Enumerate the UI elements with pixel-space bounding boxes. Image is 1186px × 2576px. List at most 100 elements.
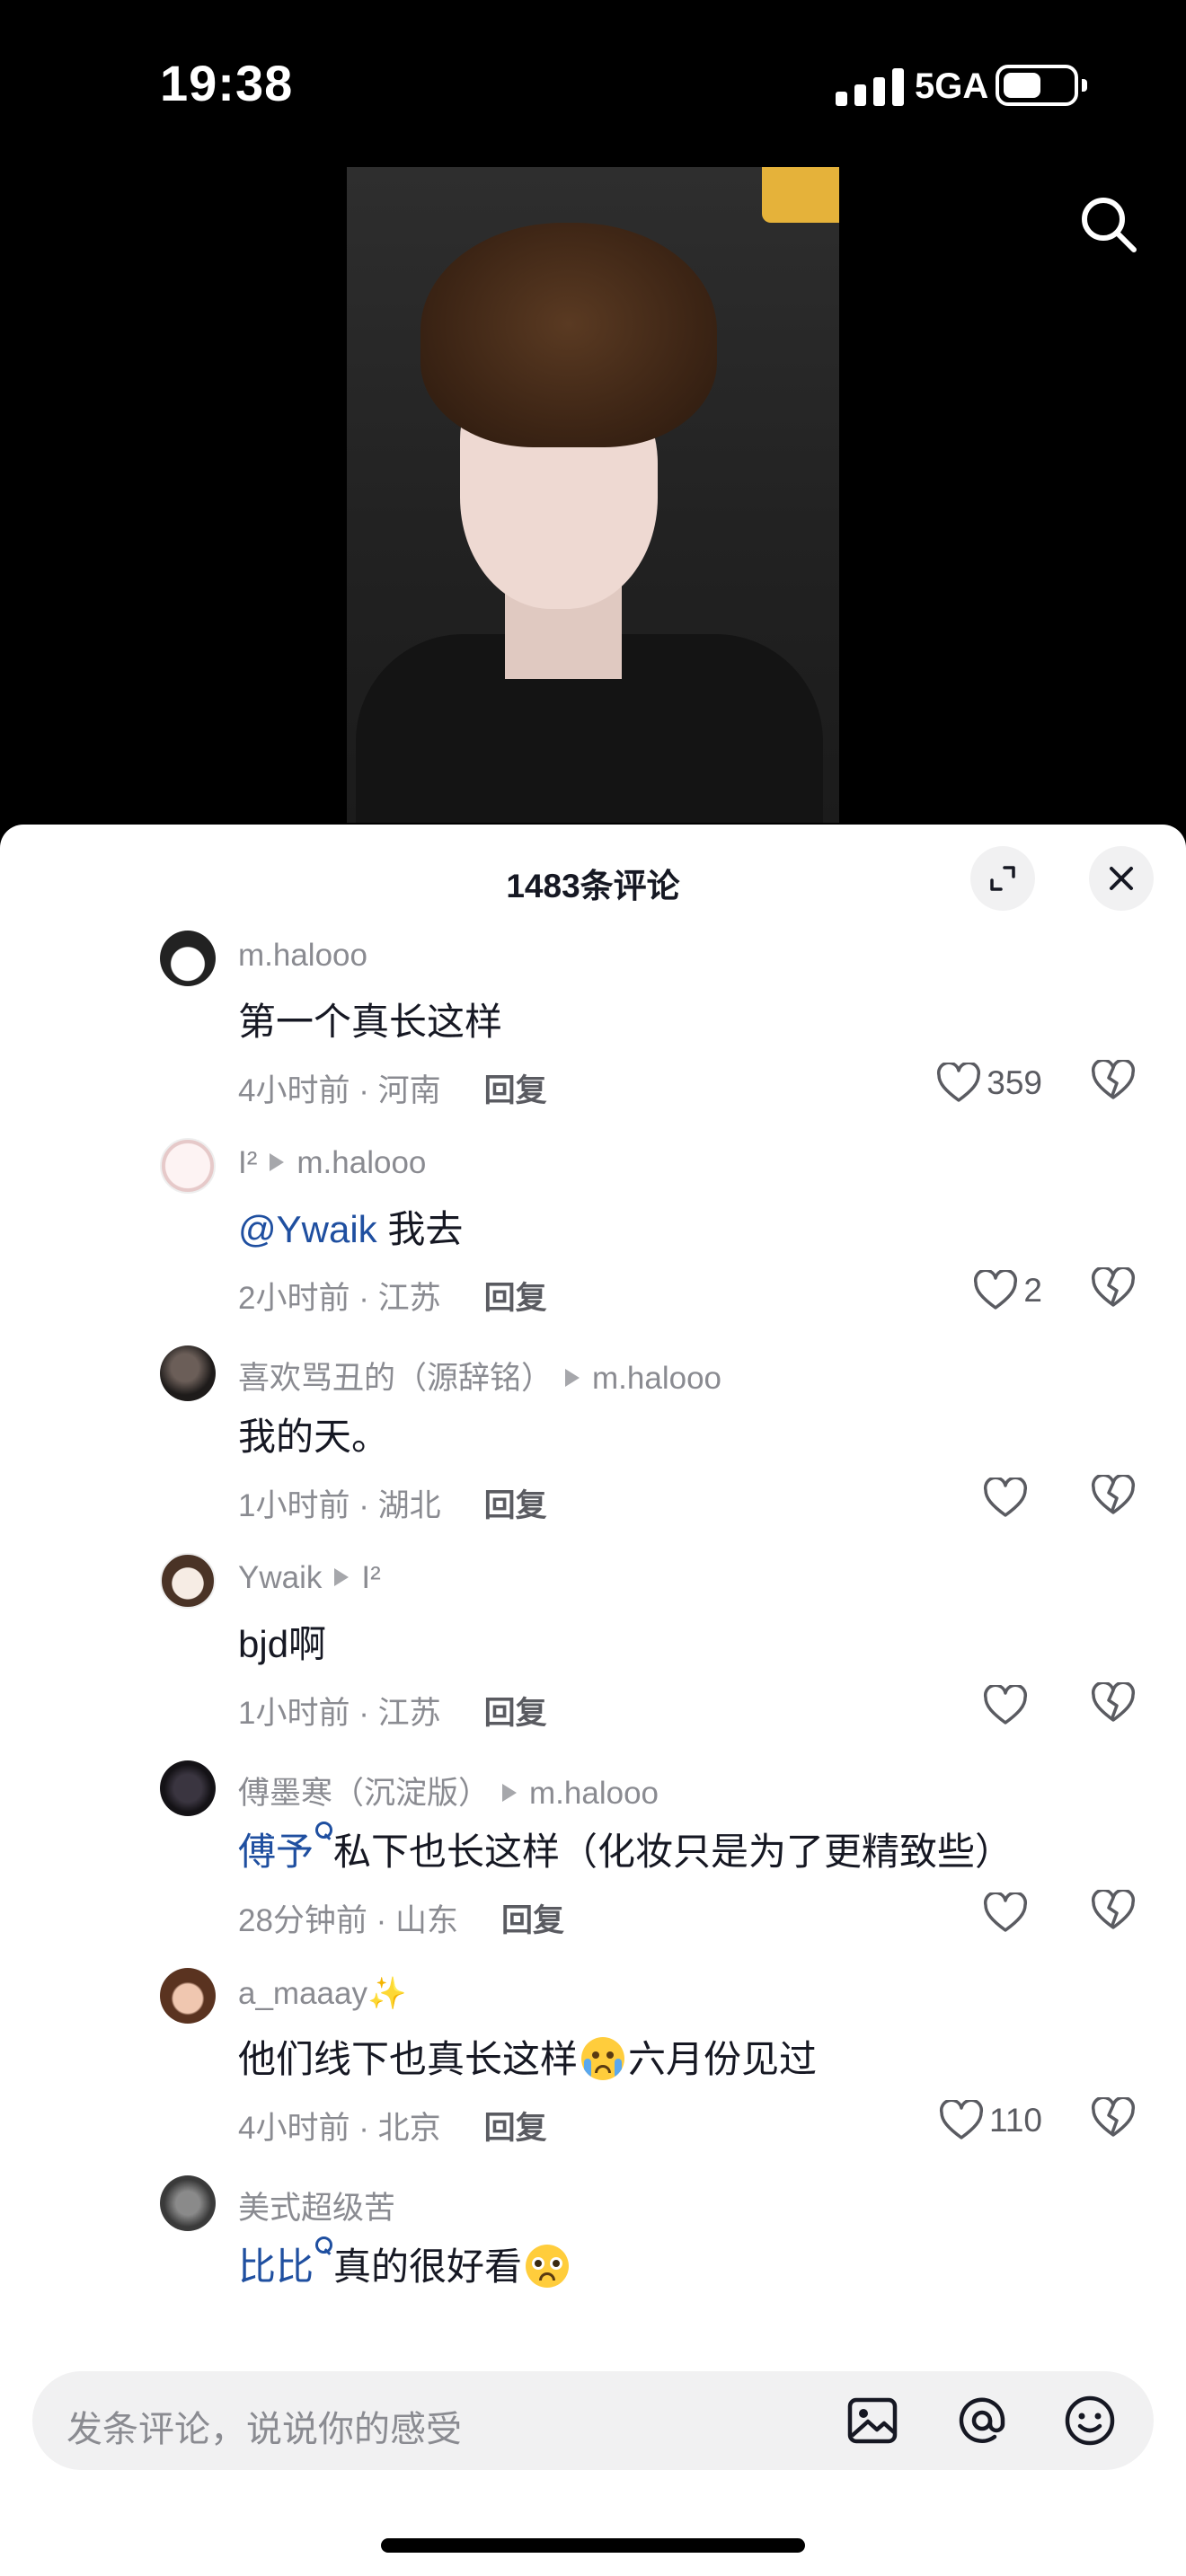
network-type: 5GA	[915, 66, 989, 106]
close-button[interactable]	[1089, 846, 1154, 911]
comment-text: 我的天。	[238, 1407, 389, 1461]
comment-text-segment: 真的很好看	[333, 2245, 523, 2288]
avatar[interactable]	[160, 931, 216, 986]
comment-time-location: 4小时前 · 北京 回复	[238, 2103, 547, 2148]
mention-button[interactable]	[954, 2393, 1010, 2448]
comment-author[interactable]: 美式超级苦	[238, 2183, 395, 2228]
username[interactable]: 美式超级苦	[238, 2191, 395, 2226]
heart-icon	[939, 2100, 984, 2139]
mention-link[interactable]: 傅予	[238, 1831, 314, 1873]
comment-item[interactable]: 喜欢骂丑的（源辞铭） m.halooo 我的天。 1小时前 · 湖北 回复	[0, 1340, 1186, 1548]
reply-to-username[interactable]: m.halooo	[296, 1145, 426, 1180]
reply-button[interactable]: 回复	[484, 1065, 547, 1111]
dislike-button[interactable]	[1091, 1058, 1137, 1107]
video-frame[interactable]	[347, 167, 839, 823]
timestamp: 1小时前 · 江苏	[238, 1696, 441, 1731]
at-icon	[959, 2397, 1005, 2443]
avatar[interactable]	[160, 1138, 216, 1194]
reply-to-username[interactable]: m.halooo	[529, 1776, 659, 1811]
mention-link[interactable]: @Ywaik	[238, 1208, 377, 1250]
reply-button[interactable]: 回复	[484, 1688, 547, 1734]
reply-button[interactable]: 回复	[484, 1480, 547, 1526]
home-indicator[interactable]	[381, 2538, 805, 2553]
comment-author[interactable]: 傅墨寒（沉淀版） m.halooo	[238, 1768, 659, 1813]
expand-icon	[990, 866, 1015, 891]
reply-to-username[interactable]: I²	[361, 1560, 380, 1595]
comment-author[interactable]: m.halooo	[238, 938, 367, 974]
comment-input-bar[interactable]: 发条评论，说说你的感受	[32, 2371, 1154, 2470]
username[interactable]: 傅墨寒（沉淀版）	[238, 1776, 490, 1811]
comment-text: 傅予 私下也长这样（化妆只是为了更精致些）	[238, 1822, 1013, 1876]
avatar[interactable]	[160, 1760, 216, 1816]
comment-text: 第一个真长这样	[238, 992, 502, 1046]
heart-icon	[983, 1685, 1028, 1725]
close-icon	[1110, 867, 1133, 890]
comment-author[interactable]: I² m.halooo	[238, 1145, 426, 1181]
comment-time-location: 1小时前 · 江苏 回复	[238, 1688, 547, 1734]
dislike-button[interactable]	[1091, 1473, 1137, 1522]
username[interactable]: m.halooo	[238, 938, 367, 973]
emoji-button[interactable]	[1062, 2393, 1118, 2448]
comment-text-segment: 私下也长这样（化妆只是为了更精致些）	[333, 1831, 1013, 1873]
like-count: 110	[989, 2102, 1042, 2139]
comment-item[interactable]: a_maaay✨ 他们线下也真长这样 六月份见过 4小时前 · 北京 回复 110	[0, 1963, 1186, 2170]
like-count: 2	[1023, 1272, 1042, 1309]
search-tag-icon[interactable]	[315, 2236, 333, 2256]
username[interactable]: 喜欢骂丑的（源辞铭）	[238, 1361, 553, 1396]
mention-link[interactable]: 比比	[238, 2245, 314, 2288]
comment-item[interactable]: 美式超级苦比比真的很好看26分钟前 · 陕西回复	[0, 2170, 1186, 2290]
like-button[interactable]: 2	[907, 1267, 1042, 1314]
dislike-button[interactable]	[1091, 1888, 1137, 1936]
wall-sign	[762, 167, 839, 223]
avatar[interactable]	[160, 1968, 216, 2024]
like-button[interactable]	[907, 1890, 1042, 1936]
like-button[interactable]: 359	[907, 1060, 1042, 1107]
like-count: 359	[987, 1064, 1042, 1101]
dislike-icon	[1091, 1473, 1136, 1514]
comment-time-location: 28分钟前 · 山东 回复	[238, 1895, 564, 1941]
avatar[interactable]	[160, 2175, 216, 2231]
like-button[interactable]: 110	[907, 2097, 1042, 2144]
comment-item[interactable]: Ywaik I² bjd啊 1小时前 · 江苏 回复	[0, 1548, 1186, 1755]
username[interactable]: a_maaay	[238, 1976, 367, 2011]
avatar[interactable]	[160, 1553, 216, 1609]
emoji-icon	[1065, 2395, 1115, 2446]
comment-list[interactable]: m.halooo 第一个真长这样 4小时前 · 河南 回复 359 I² m.halooo @…	[0, 925, 1186, 2290]
comment-time-location: 2小时前 · 江苏 回复	[238, 1273, 547, 1319]
dislike-button[interactable]	[1091, 1681, 1137, 1729]
dislike-icon	[1091, 1888, 1136, 1929]
search-tag-icon[interactable]	[315, 1822, 333, 1841]
reply-button[interactable]: 回复	[484, 1273, 547, 1319]
avatar[interactable]	[160, 1345, 216, 1401]
comment-time-location: 1小时前 · 湖北 回复	[238, 1480, 547, 1526]
comment-sheet: 1483条评论 m.halooo 第一个真长这样 4小时前 · 河南 回复 359 I² m…	[0, 825, 1186, 2576]
comment-author[interactable]: 喜欢骂丑的（源辞铭） m.halooo	[238, 1353, 721, 1398]
image-button[interactable]	[845, 2393, 900, 2448]
comment-input[interactable]: 发条评论，说说你的感受	[66, 2400, 462, 2452]
expand-button[interactable]	[970, 846, 1035, 911]
reply-button[interactable]: 回复	[484, 2103, 547, 2148]
like-button[interactable]	[907, 1682, 1042, 1729]
comment-author[interactable]: a_maaay✨	[238, 1975, 407, 2012]
comment-item[interactable]: m.halooo 第一个真长这样 4小时前 · 河南 回复 359	[0, 925, 1186, 1133]
timestamp: 1小时前 · 湖北	[238, 1488, 441, 1523]
like-button[interactable]	[907, 1475, 1042, 1522]
username[interactable]: Ywaik	[238, 1560, 322, 1595]
reply-to-username[interactable]: m.halooo	[592, 1361, 721, 1396]
sparkle-icon: ✨	[367, 1976, 407, 2011]
reply-button[interactable]: 回复	[501, 1895, 564, 1941]
status-time: 19:38	[160, 55, 294, 111]
timestamp: 4小时前 · 河南	[238, 1073, 441, 1108]
loudly-crying-emoji	[581, 2036, 625, 2080]
comment-item[interactable]: 傅墨寒（沉淀版） m.halooo 傅予 私下也长这样（化妆只是为了更精致些） 28分钟…	[0, 1755, 1186, 1963]
reply-arrow-icon	[502, 1783, 518, 1802]
comment-author[interactable]: Ywaik I²	[238, 1560, 381, 1596]
comment-text-segment: bjd啊	[238, 1623, 327, 1665]
search-button[interactable]	[1075, 190, 1143, 259]
username[interactable]: I²	[238, 1145, 257, 1180]
pleading-face-emoji	[526, 2244, 570, 2288]
dislike-button[interactable]	[1091, 2095, 1137, 2144]
dislike-button[interactable]	[1091, 1266, 1137, 1314]
video-subject-hair	[420, 223, 717, 447]
comment-item[interactable]: I² m.halooo @Ywaik 我去 2小时前 · 江苏 回复 2	[0, 1133, 1186, 1340]
